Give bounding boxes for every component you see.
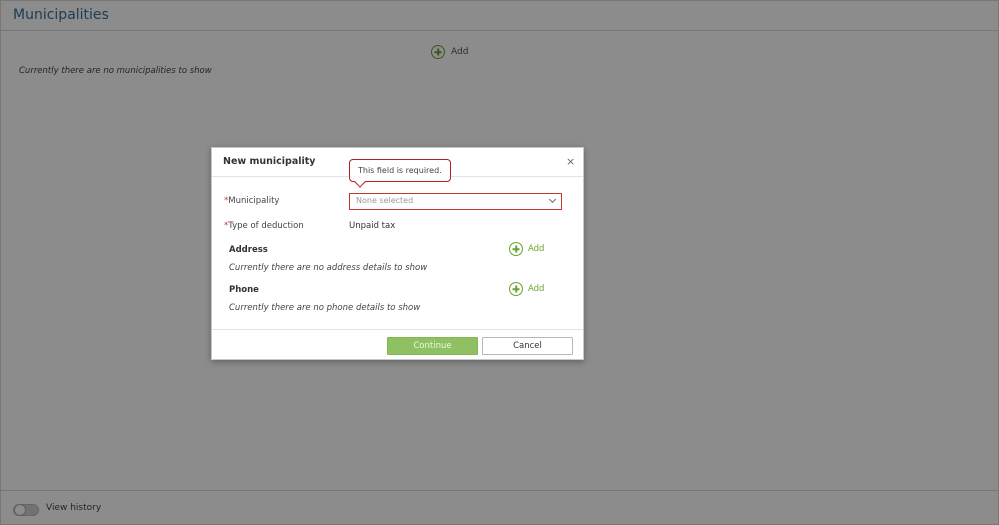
dialog-title: New municipality: [223, 156, 316, 167]
close-icon[interactable]: ×: [566, 156, 575, 167]
deduction-value: Unpaid tax: [349, 221, 396, 231]
add-address-button[interactable]: Add: [509, 242, 544, 256]
dialog-footer: Continue Cancel: [212, 329, 583, 360]
phone-section-title: Phone: [229, 285, 259, 295]
cancel-button[interactable]: Cancel: [482, 337, 573, 355]
plus-circle-icon: [509, 242, 523, 256]
address-section-title: Address: [229, 245, 268, 255]
deduction-label: *Type of deduction: [224, 221, 304, 231]
add-phone-label: Add: [528, 284, 545, 294]
continue-button[interactable]: Continue: [387, 337, 478, 355]
chevron-down-icon: [548, 195, 557, 204]
municipality-label: *Municipality: [224, 196, 280, 206]
add-phone-button[interactable]: Add: [509, 282, 544, 296]
validation-tooltip: This field is required.: [349, 159, 451, 182]
municipality-select-placeholder: None selected: [356, 196, 414, 205]
empty-address-text: Currently there are no address details t…: [229, 263, 428, 273]
empty-phone-text: Currently there are no phone details to …: [229, 303, 421, 313]
plus-circle-icon: [509, 282, 523, 296]
new-municipality-dialog: New municipality × *Municipality This fi…: [211, 147, 584, 360]
municipality-select[interactable]: None selected: [349, 193, 562, 210]
add-address-label: Add: [528, 244, 545, 254]
